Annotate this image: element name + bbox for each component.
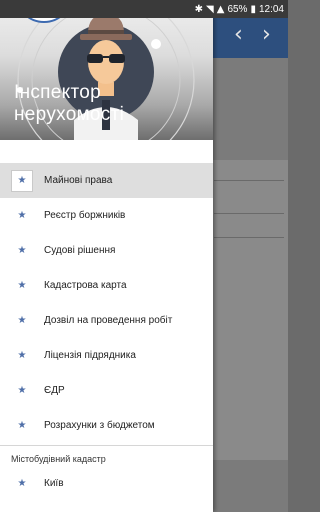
status-bar: ✱ ◥ ▲ 65% ▮ 12:04 xyxy=(0,0,288,18)
drawer-header: Інспектор нерухомості xyxy=(0,0,213,140)
menu-item-work-permit[interactable]: ★ Дозвіл на проведення робіт xyxy=(0,303,213,338)
bluetooth-icon: ✱ xyxy=(194,3,204,15)
background-line xyxy=(214,237,284,238)
star-icon: ★ xyxy=(17,350,27,361)
menu-item-label: Київ xyxy=(44,478,64,489)
menu-item-budget-settlements[interactable]: ★ Розрахунки з бюджетом xyxy=(0,408,213,443)
menu-item-label: Розрахунки з бюджетом xyxy=(44,420,155,431)
star-icon: ★ xyxy=(17,385,27,396)
star-icon: ★ xyxy=(17,245,27,256)
star-icon: ★ xyxy=(17,280,27,291)
battery-percent: 65% xyxy=(227,3,248,15)
menu-item-cadastral-map[interactable]: ★ Кадастрова карта xyxy=(0,268,213,303)
navigation-drawer: Інспектор нерухомості ★ Майнові права ★ … xyxy=(0,0,213,512)
star-icon: ★ xyxy=(17,315,27,326)
menu-item-kyiv[interactable]: ★ Київ xyxy=(0,466,213,501)
chevron-left-icon: ‹ xyxy=(234,22,243,47)
background-line xyxy=(214,180,284,181)
section-header: Містобудівний кадастр xyxy=(11,454,106,464)
menu-item-debtors-registry[interactable]: ★ Реєстр боржників xyxy=(0,198,213,233)
menu-item-label: ЄДР xyxy=(44,385,65,396)
menu-item-label: Дозвіл на проведення робіт xyxy=(44,315,173,326)
signal-icon: ▲ xyxy=(216,3,225,15)
star-icon: ★ xyxy=(17,210,27,221)
drawer-menu: ★ Майнові права ★ Реєстр боржників ★ Суд… xyxy=(0,163,213,501)
menu-item-label: Судові рішення xyxy=(44,245,116,256)
menu-item-label: Реєстр боржників xyxy=(44,210,126,221)
chevron-right-icon: › xyxy=(262,22,271,47)
star-icon: ★ xyxy=(17,420,27,431)
star-icon: ★ xyxy=(17,478,27,489)
menu-item-label: Майнові права xyxy=(44,175,113,186)
menu-item-edr[interactable]: ★ ЄДР xyxy=(0,373,213,408)
menu-item-contractor-license[interactable]: ★ Ліцензія підрядника xyxy=(0,338,213,373)
menu-item-property-rights[interactable]: ★ Майнові права xyxy=(0,163,213,198)
menu-item-court-decisions[interactable]: ★ Судові рішення xyxy=(0,233,213,268)
background-line xyxy=(214,213,284,214)
battery-icon: ▮ xyxy=(250,3,256,15)
star-icon: ★ xyxy=(11,169,33,192)
background-card xyxy=(212,160,288,460)
menu-item-label: Кадастрова карта xyxy=(44,280,127,291)
wifi-icon: ◥ xyxy=(206,3,214,15)
clock: 12:04 xyxy=(258,3,284,15)
app-title: Інспектор нерухомості xyxy=(14,82,125,125)
menu-item-label: Ліцензія підрядника xyxy=(44,350,136,361)
